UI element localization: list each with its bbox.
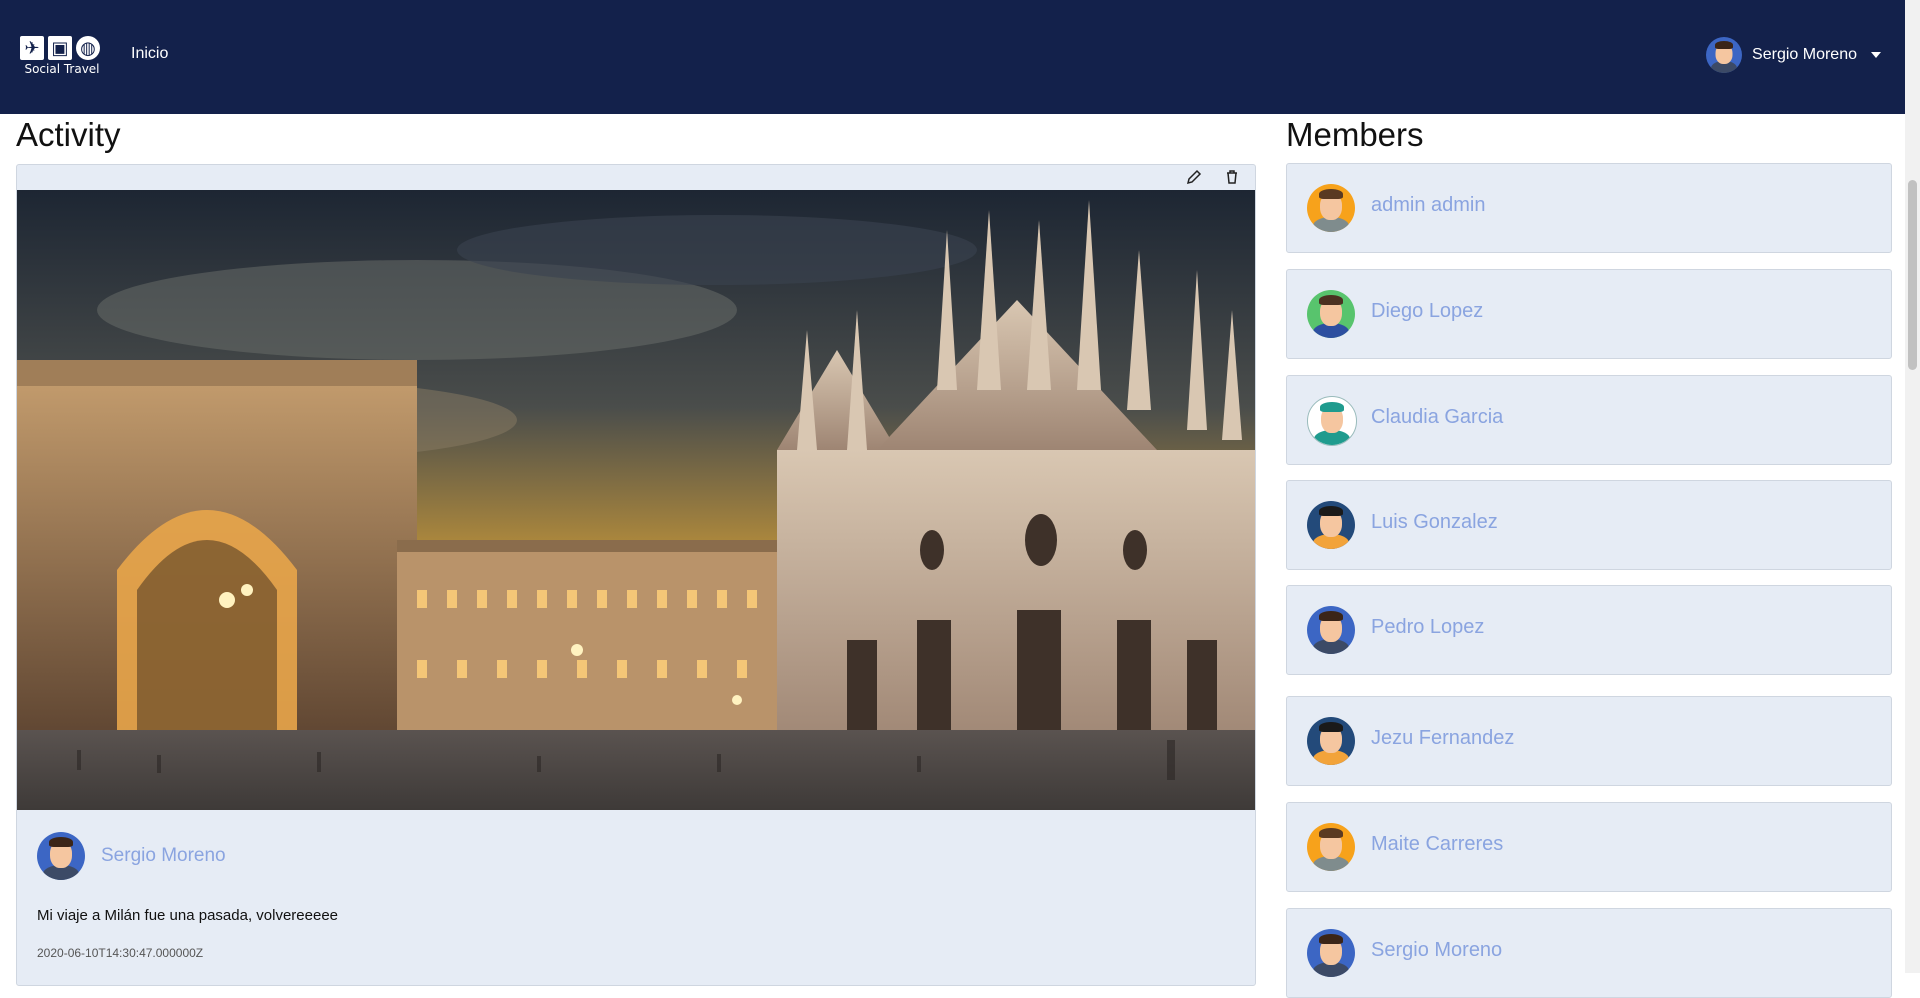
member-avatar [1307, 606, 1355, 654]
luggage-icon: ▣ [48, 36, 72, 60]
post-date: 2020-06-10T14:30:47.000000Z [37, 946, 204, 960]
member-name[interactable]: Claudia Garcia [1371, 406, 1503, 429]
post-toolbar [17, 165, 1255, 190]
scrollbar-thumb[interactable] [1908, 180, 1917, 370]
activity-title: Activity [16, 116, 121, 153]
member-avatar [1307, 929, 1355, 977]
member-avatar [1307, 184, 1355, 232]
post-author[interactable]: Sergio Moreno [37, 832, 226, 880]
member-card[interactable]: Sergio Moreno [1286, 908, 1892, 998]
member-name[interactable]: Jezu Fernandez [1371, 727, 1514, 750]
top-navbar: ✈ ▣ ◍ Social Travel Inicio Sergio Moreno [0, 0, 1905, 114]
member-name[interactable]: Sergio Moreno [1371, 939, 1502, 962]
member-name[interactable]: Pedro Lopez [1371, 616, 1484, 639]
user-menu-name: Sergio Moreno [1752, 46, 1857, 63]
brand-logo[interactable]: ✈ ▣ ◍ Social Travel [20, 36, 104, 76]
airplane-icon: ✈ [20, 36, 44, 60]
members-title: Members [1286, 116, 1424, 153]
member-name[interactable]: Maite Carreres [1371, 833, 1503, 856]
member-avatar [1307, 823, 1355, 871]
member-card[interactable]: Luis Gonzalez [1286, 480, 1892, 570]
activity-post-card: Sergio Moreno Mi viaje a Milán fue una p… [16, 164, 1256, 986]
post-text: Mi viaje a Milán fue una pasada, volvere… [37, 907, 339, 924]
post-photo [17, 190, 1255, 810]
member-card[interactable]: Maite Carreres [1286, 802, 1892, 892]
member-avatar [1307, 501, 1355, 549]
author-avatar [37, 832, 85, 880]
chevron-down-icon [1871, 52, 1881, 58]
author-name[interactable]: Sergio Moreno [101, 845, 226, 867]
nav-link-inicio[interactable]: Inicio [131, 45, 168, 63]
member-name[interactable]: Luis Gonzalez [1371, 511, 1498, 534]
user-menu-dropdown[interactable]: Sergio Moreno [1706, 37, 1881, 73]
trash-icon[interactable] [1223, 169, 1241, 187]
user-avatar [1706, 37, 1743, 73]
member-card[interactable]: Diego Lopez [1286, 269, 1892, 359]
member-name[interactable]: Diego Lopez [1371, 300, 1483, 323]
member-name[interactable]: admin admin [1371, 194, 1486, 217]
globe-icon: ◍ [76, 36, 100, 60]
member-avatar [1307, 717, 1355, 765]
member-avatar [1307, 396, 1357, 446]
member-card[interactable]: Jezu Fernandez [1286, 696, 1892, 786]
member-card[interactable]: admin admin [1286, 163, 1892, 253]
brand-text: Social Travel [24, 62, 100, 76]
member-avatar [1307, 290, 1355, 338]
page-scrollbar[interactable] [1905, 0, 1920, 973]
member-card[interactable]: Pedro Lopez [1286, 585, 1892, 675]
pencil-icon[interactable] [1185, 169, 1203, 187]
member-card[interactable]: Claudia Garcia [1286, 375, 1892, 465]
